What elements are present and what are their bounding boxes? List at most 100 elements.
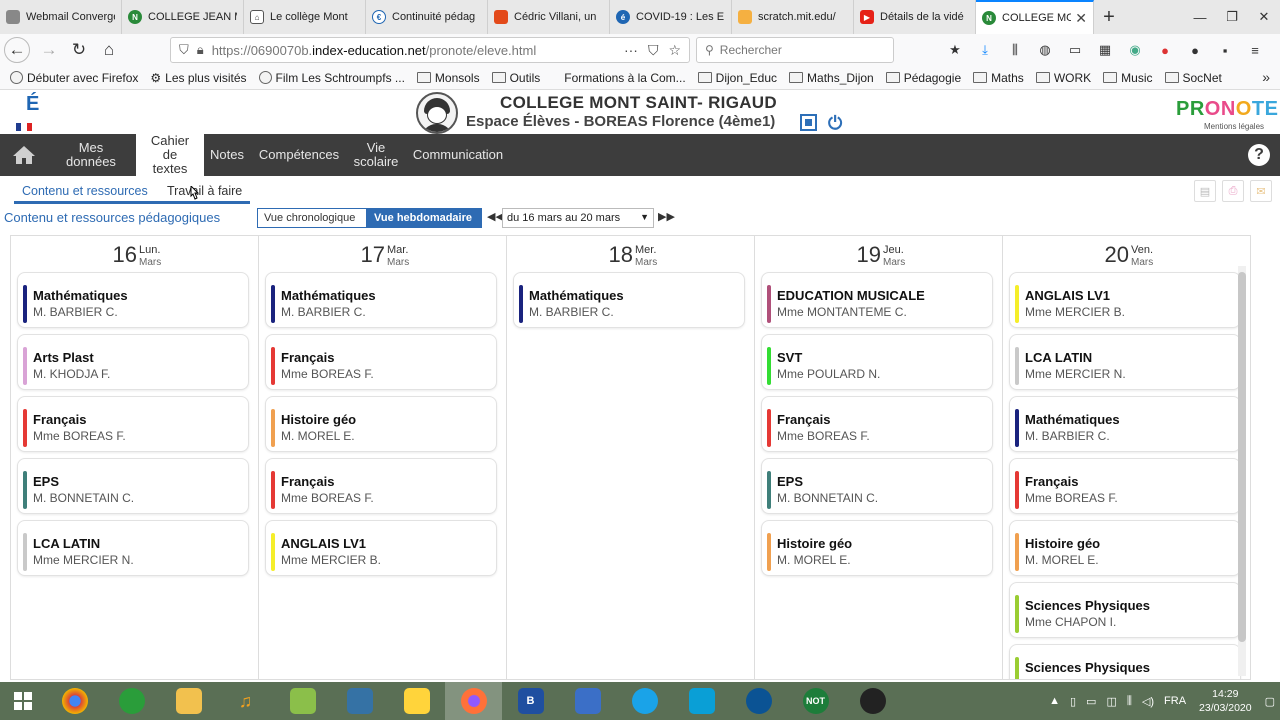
chevron-up-icon[interactable]: ▲: [1044, 695, 1065, 707]
bookmark-folder[interactable]: SocNet: [1164, 71, 1222, 85]
bookmark-item[interactable]: ⚙ Les plus visités: [150, 71, 246, 85]
language-indicator[interactable]: FRA: [1159, 695, 1191, 707]
music-app-icon[interactable]: ♫: [217, 682, 274, 720]
course-card[interactable]: Français Mme BOREAS F.: [265, 334, 497, 390]
course-card[interactable]: EDUCATION MUSICALE Mme MONTANTEME C.: [761, 272, 993, 328]
library-icon[interactable]: ⫼: [1002, 37, 1028, 63]
close-window-icon[interactable]: ✕: [1248, 0, 1280, 34]
menu-icon[interactable]: ≡: [1242, 37, 1268, 63]
volume-icon[interactable]: ◁): [1137, 695, 1159, 708]
course-card[interactable]: Mathématiques M. BARBIER C.: [1009, 396, 1241, 452]
chrome-icon[interactable]: ◉: [1122, 37, 1148, 63]
search-input[interactable]: ⚲ Rechercher: [696, 37, 894, 63]
course-card[interactable]: Sciences Physiques: [1009, 644, 1241, 679]
wifi-icon[interactable]: ⫼: [1122, 695, 1137, 708]
bookmark-star-icon[interactable]: ★: [942, 37, 968, 63]
course-card[interactable]: Histoire géo M. MOREL E.: [1009, 520, 1241, 576]
course-card[interactable]: Français Mme BOREAS F.: [265, 458, 497, 514]
home-icon[interactable]: ⌂: [94, 36, 124, 64]
python-editor-icon[interactable]: [388, 682, 445, 720]
date-range-select[interactable]: du 16 mars au 20 mars ▼: [502, 208, 654, 228]
reload-icon[interactable]: ↻: [64, 36, 94, 64]
more-icon[interactable]: ···: [624, 42, 638, 59]
menu-notes[interactable]: Notes: [204, 134, 250, 176]
course-card[interactable]: Français Mme BOREAS F.: [761, 396, 993, 452]
bookmark-folder[interactable]: Monsols: [416, 71, 480, 85]
app-b-icon[interactable]: B: [502, 682, 559, 720]
browser-tab[interactable]: ▶ Détails de la vidé: [854, 0, 976, 34]
tab-travail-a-faire[interactable]: Travail à faire: [167, 184, 242, 198]
browser-tab-active[interactable]: N COLLEGE MO ✕: [976, 0, 1094, 34]
home-icon[interactable]: [2, 134, 46, 176]
menu-vie-scolaire[interactable]: Vie scolaire: [348, 134, 404, 176]
device-icon[interactable]: ▯: [1065, 695, 1081, 708]
star-icon[interactable]: ☆: [668, 42, 681, 59]
view-weekly-button[interactable]: Vue hebdomadaire: [367, 208, 482, 228]
bookmark-item[interactable]: Film Les Schtroumpfs ...: [258, 71, 405, 85]
browser-tab[interactable]: é COVID-19 : Les E: [610, 0, 732, 34]
browser-tab[interactable]: Webmail Convergenc: [0, 0, 122, 34]
close-tab-icon[interactable]: ✕: [1071, 10, 1087, 27]
course-card[interactable]: Sciences Physiques Mme CHAPON I.: [1009, 582, 1241, 638]
battery-icon[interactable]: ▭: [1081, 695, 1101, 708]
bookmark-folder[interactable]: Music: [1103, 71, 1153, 85]
extension-2-icon[interactable]: ▪: [1212, 37, 1238, 63]
next-week-icon[interactable]: ▶▶: [658, 210, 675, 223]
back-icon[interactable]: ←: [4, 37, 30, 63]
course-card[interactable]: SVT Mme POULARD N.: [761, 334, 993, 390]
export-icon[interactable]: ✉: [1250, 180, 1272, 202]
browser-tab[interactable]: ⌂ Le collège Mont: [244, 0, 366, 34]
browser-tab[interactable]: € Continuité pédag: [366, 0, 488, 34]
chrome-app-icon[interactable]: [46, 682, 103, 720]
clock[interactable]: 14:29 23/03/2020: [1191, 687, 1260, 715]
python-app-icon[interactable]: [331, 682, 388, 720]
windows-start-icon[interactable]: [0, 682, 46, 720]
power-icon[interactable]: ⏻: [828, 113, 842, 134]
app-icon[interactable]: [559, 682, 616, 720]
obs-app-icon[interactable]: [844, 682, 901, 720]
menu-competences[interactable]: Compétences: [250, 134, 348, 176]
course-card[interactable]: EPS M. BONNETAIN C.: [761, 458, 993, 514]
menu-cahier-de-textes[interactable]: Cahier de textes: [136, 134, 204, 176]
browser-tab[interactable]: N COLLEGE JEAN M: [122, 0, 244, 34]
help-icon[interactable]: ?: [1248, 144, 1270, 166]
more-bookmarks-icon[interactable]: »: [1262, 69, 1270, 85]
spreadsheet-app-icon[interactable]: [274, 682, 331, 720]
app-icon[interactable]: [103, 682, 160, 720]
print-icon[interactable]: ⎙: [1222, 180, 1244, 202]
bookmark-folder[interactable]: Maths: [973, 71, 1024, 85]
legal-mentions-link[interactable]: Mentions légales: [1204, 122, 1264, 131]
network-icon[interactable]: ◫: [1101, 695, 1121, 708]
pocket-icon[interactable]: ⛉: [648, 42, 659, 59]
course-card[interactable]: Français Mme BOREAS F.: [1009, 458, 1241, 514]
course-card[interactable]: ANGLAIS LV1 Mme MERCIER B.: [1009, 272, 1241, 328]
course-card[interactable]: LCA LATIN Mme MERCIER N.: [17, 520, 249, 576]
url-bar[interactable]: ⛉ 🔒︎ https://0690070b. index-education.ne…: [170, 37, 690, 63]
extension-icon[interactable]: ◍: [1032, 37, 1058, 63]
course-card[interactable]: Histoire géo M. MOREL E.: [265, 396, 497, 452]
adblock-icon[interactable]: ●: [1152, 37, 1178, 63]
restore-icon[interactable]: ❐: [1216, 0, 1248, 34]
bookmark-folder[interactable]: Maths_Dijon: [789, 71, 874, 85]
bookmark-item[interactable]: Formations à la Com...: [564, 71, 685, 85]
course-card[interactable]: ANGLAIS LV1 Mme MERCIER B.: [265, 520, 497, 576]
notifications-icon[interactable]: ▢: [1260, 695, 1280, 708]
qr-code-icon[interactable]: ▦: [1092, 37, 1118, 63]
save-icon[interactable]: ▤: [1194, 180, 1216, 202]
student-avatar[interactable]: [416, 92, 458, 134]
bookmark-folder[interactable]: WORK: [1035, 71, 1091, 85]
bookmark-item[interactable]: Débuter avec Firefox: [10, 71, 138, 85]
app-icon[interactable]: [673, 682, 730, 720]
scrollbar[interactable]: [1238, 266, 1246, 676]
course-card[interactable]: Mathématiques M. BARBIER C.: [17, 272, 249, 328]
course-card[interactable]: Mathématiques M. BARBIER C.: [265, 272, 497, 328]
course-card[interactable]: Histoire géo M. MOREL E.: [761, 520, 993, 576]
download-icon[interactable]: ⤓: [972, 37, 998, 63]
qr-code-icon[interactable]: [800, 114, 817, 131]
sidebar-icon[interactable]: ▭: [1062, 37, 1088, 63]
new-tab-button[interactable]: +: [1094, 0, 1124, 34]
tab-contenu-ressources[interactable]: Contenu et ressources: [22, 184, 148, 198]
app-icon[interactable]: [616, 682, 673, 720]
minimize-icon[interactable]: —: [1184, 0, 1216, 34]
browser-tab[interactable]: Cédric Villani, un: [488, 0, 610, 34]
